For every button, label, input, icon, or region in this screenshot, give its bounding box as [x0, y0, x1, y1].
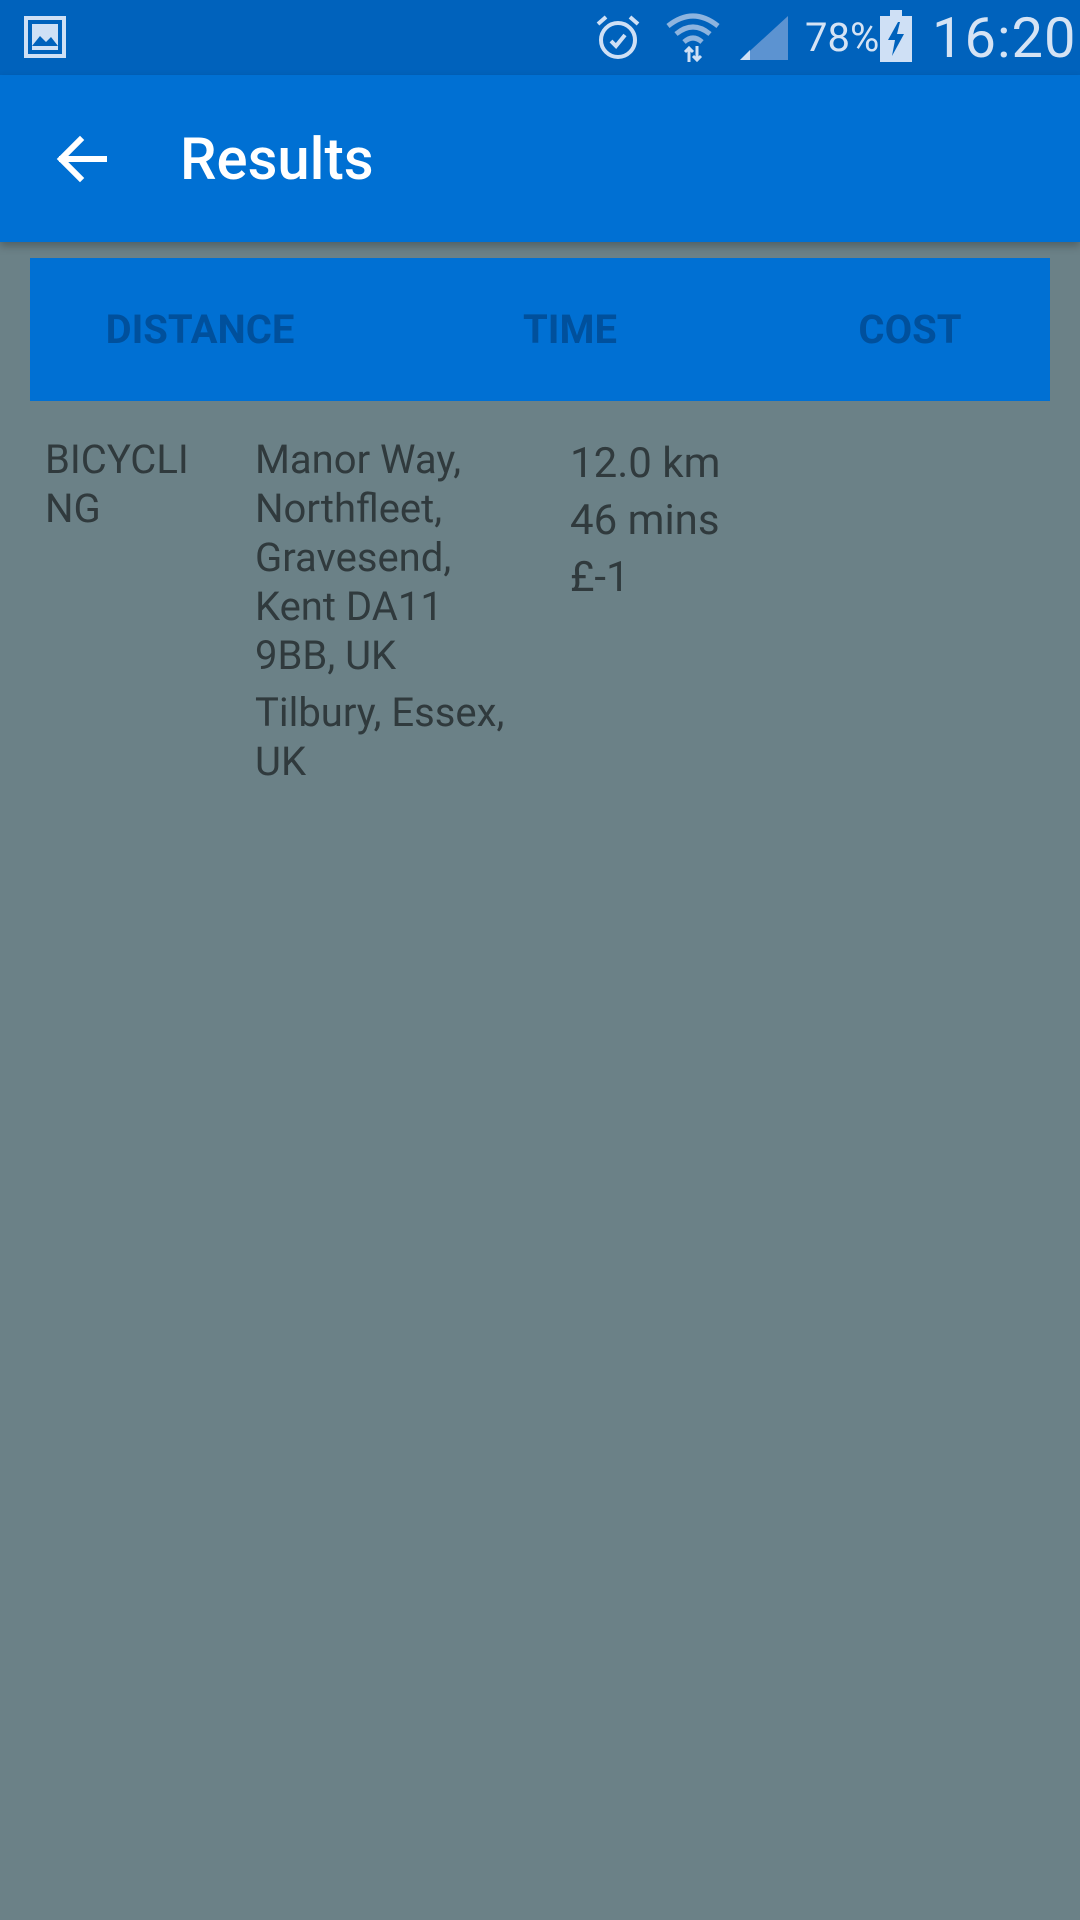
- travel-mode: BICYCLING: [45, 436, 189, 532]
- tab-distance[interactable]: DISTANCE: [60, 258, 340, 401]
- signal-icon: [740, 16, 788, 60]
- route-distance: 12.0 km: [570, 439, 721, 488]
- page-title: Results: [180, 126, 374, 194]
- arrow-back-icon[interactable]: [52, 129, 112, 189]
- tab-time[interactable]: TIME: [400, 258, 740, 401]
- battery-percent: 78%: [805, 14, 880, 61]
- gallery-icon: [24, 16, 66, 58]
- app-bar: Results: [0, 75, 1080, 242]
- route-addresses: Manor Way, Northfleet, Gravesend, Kent D…: [255, 435, 515, 786]
- origin-address: Manor Way, Northfleet, Gravesend, Kent D…: [255, 436, 462, 679]
- route-cost: £-1: [570, 553, 630, 602]
- route-stats: 12.0 km 46 mins £-1: [570, 435, 870, 606]
- clock-time: 16:20: [932, 5, 1077, 71]
- status-bar: 78% 16:20: [0, 0, 1080, 75]
- alarm-icon: [596, 15, 640, 59]
- tab-cost[interactable]: COST: [770, 258, 1050, 401]
- sort-tab-bar: DISTANCE TIME COST: [30, 258, 1050, 401]
- wifi-icon: [666, 13, 720, 63]
- route-duration: 46 mins: [570, 496, 720, 545]
- destination-address: Tilbury, Essex, UK: [255, 689, 505, 785]
- battery-charging-icon: [880, 10, 912, 62]
- result-row[interactable]: BICYCLING Manor Way, Northfleet, Gravese…: [0, 435, 1080, 795]
